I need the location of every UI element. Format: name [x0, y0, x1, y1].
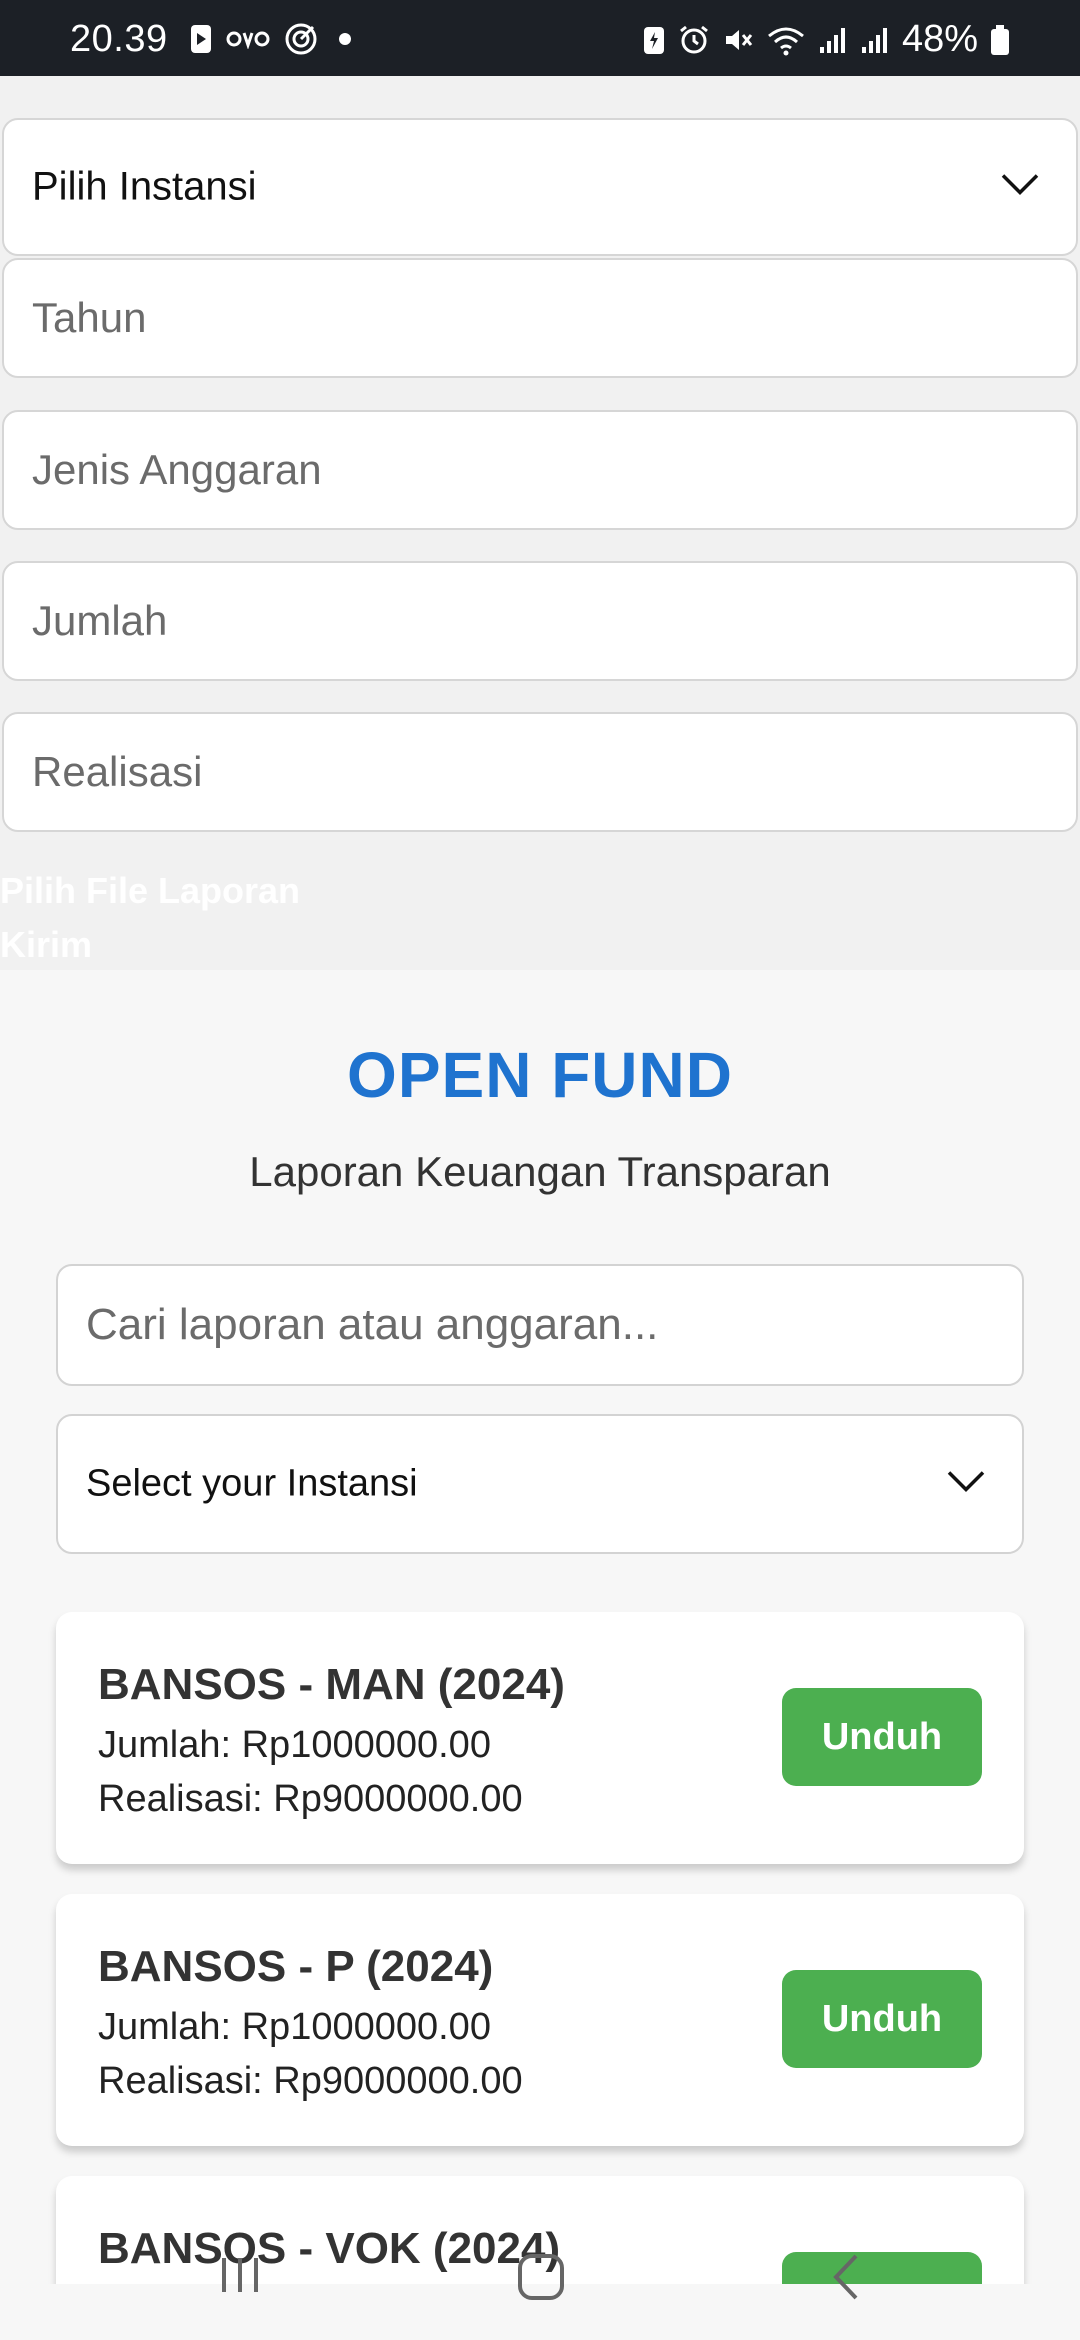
report-card: BANSOS - MAN (2024) Jumlah: Rp1000000.00… — [56, 1612, 1024, 1864]
file-picker-button[interactable]: Pilih File Laporan — [0, 870, 300, 912]
jenis-anggaran-input[interactable]: Jenis Anggaran — [2, 410, 1078, 530]
instansi-select-value: Pilih Instansi — [32, 164, 257, 209]
mute-icon — [722, 24, 754, 56]
signal-icon — [818, 25, 848, 55]
report-card: BANSOS - P (2024) Jumlah: Rp1000000.00 R… — [56, 1894, 1024, 2146]
dot-icon — [332, 26, 358, 52]
battery-saver-icon — [642, 24, 666, 56]
tahun-input[interactable]: Tahun — [2, 258, 1078, 378]
back-icon[interactable] — [826, 2252, 866, 2302]
notification-icons — [190, 22, 358, 56]
wifi-icon — [766, 24, 806, 56]
battery-icon — [990, 24, 1010, 56]
report-realisasi: Realisasi: Rp9000000.00 — [98, 1778, 523, 1820]
realisasi-placeholder: Realisasi — [32, 748, 203, 795]
report-realisasi: Realisasi: Rp9000000.00 — [98, 2060, 523, 2102]
report-title: BANSOS - MAN (2024) — [98, 1660, 565, 1709]
report-list-section: OPEN FUND Laporan Keuangan Transparan Ca… — [0, 970, 1080, 2284]
target-icon — [284, 22, 318, 56]
download-button[interactable]: Unduh — [782, 1688, 982, 1786]
status-time: 20.39 — [70, 18, 168, 60]
instansi-filter-value: Select your Instansi — [86, 1462, 418, 1505]
submit-button[interactable]: Kirim — [0, 924, 92, 966]
jumlah-placeholder: Jumlah — [32, 597, 168, 644]
download-button[interactable] — [782, 2252, 982, 2284]
recent-apps-icon[interactable] — [216, 2252, 264, 2296]
download-button[interactable]: Unduh — [782, 1970, 982, 2068]
chevron-down-icon — [946, 1470, 986, 1499]
instansi-select[interactable]: Pilih Instansi — [2, 118, 1078, 256]
system-status-icons: 48% — [642, 18, 1010, 61]
status-bar: 20.39 48% — [0, 0, 1080, 76]
jenis-anggaran-placeholder: Jenis Anggaran — [32, 446, 322, 493]
signal-icon — [860, 25, 890, 55]
report-jumlah: Jumlah: Rp1000000.00 — [98, 1724, 491, 1766]
play-store-icon — [190, 24, 212, 54]
chevron-down-icon — [1000, 173, 1040, 202]
upload-form: Pilih Instansi Tahun Jenis Anggaran Juml… — [0, 76, 1080, 970]
report-title: BANSOS - P (2024) — [98, 1942, 494, 1991]
alarm-icon — [678, 24, 710, 56]
search-placeholder: Cari laporan atau anggaran... — [86, 1300, 659, 1349]
app-title: OPEN FUND — [347, 1039, 733, 1111]
report-title: BANSOS - VOK (2024) — [98, 2224, 561, 2273]
realisasi-input[interactable]: Realisasi — [2, 712, 1078, 832]
jumlah-input[interactable]: Jumlah — [2, 561, 1078, 681]
app-subtitle: Laporan Keuangan Transparan — [249, 1148, 831, 1195]
home-icon[interactable] — [516, 2252, 566, 2302]
search-input[interactable]: Cari laporan atau anggaran... — [56, 1264, 1024, 1386]
report-jumlah: Jumlah: Rp1000000.00 — [98, 2006, 491, 2048]
instansi-filter-select[interactable]: Select your Instansi — [56, 1414, 1024, 1554]
ovo-icon — [226, 29, 270, 49]
battery-percent: 48% — [901, 18, 978, 60]
tahun-placeholder: Tahun — [32, 294, 147, 341]
